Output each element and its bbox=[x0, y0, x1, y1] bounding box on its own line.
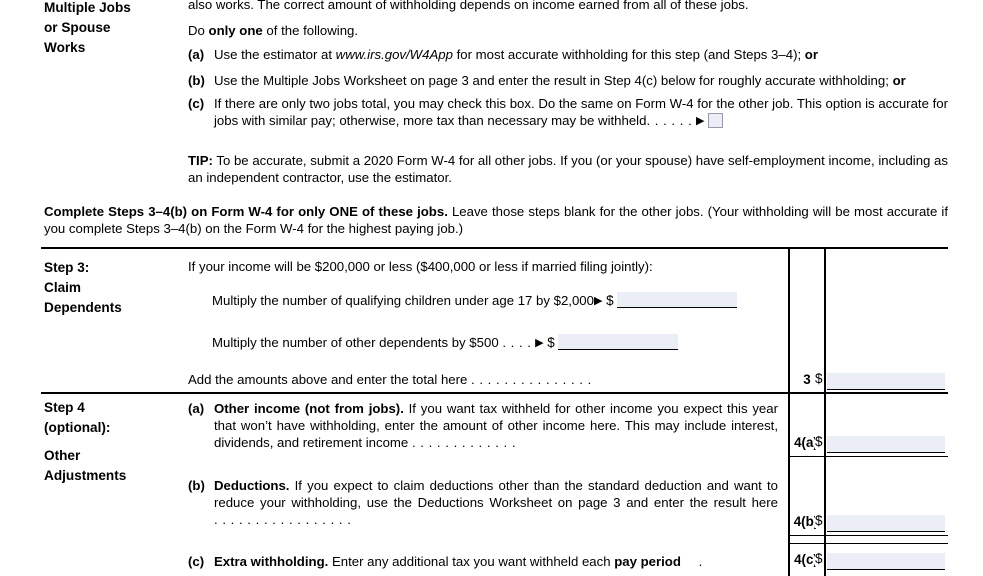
step4-label-line-1: Step 4 bbox=[44, 400, 85, 415]
step4-item-b-bold: Deductions. bbox=[214, 478, 290, 493]
step2-option-b: (b) Use the Multiple Jobs Worksheet on pa… bbox=[188, 72, 948, 89]
step3-intro: If your income will be $200,000 or less … bbox=[188, 259, 653, 274]
step4-item-a-leaders: . . . . . . . . . . . . . bbox=[411, 435, 517, 450]
do-only-one-pre: Do bbox=[188, 23, 209, 38]
do-only-one-bold: only one bbox=[208, 23, 263, 38]
step4-label-line-3: Other bbox=[44, 448, 81, 463]
step3-total-row: Add the amounts above and enter the tota… bbox=[188, 371, 778, 388]
step3-total-text: Add the amounts above and enter the tota… bbox=[188, 372, 468, 387]
step2-option-c-text: If there are only two jobs total, you ma… bbox=[214, 96, 948, 128]
tip-label: TIP: bbox=[188, 153, 213, 168]
step3-qualifying-children-text: Multiply the number of qualifying childr… bbox=[212, 293, 594, 308]
arrow-right-icon: ▶ bbox=[535, 337, 544, 349]
step2-option-b-text: Use the Multiple Jobs Worksheet on page … bbox=[214, 73, 893, 88]
arrow-right-icon: ▶ bbox=[695, 115, 705, 127]
complete-steps-note: Complete Steps 3–4(b) on Form W-4 for on… bbox=[44, 203, 948, 237]
step3-qualifying-children-field-group: $ bbox=[606, 292, 737, 309]
section-divider-top bbox=[41, 247, 948, 250]
row-divider-4a bbox=[788, 456, 948, 458]
step4-item-b-leaders: . . . . . . . . . . . . . . . . . bbox=[214, 512, 352, 527]
step3-other-dependents-row: Multiply the number of other dependents … bbox=[212, 334, 778, 351]
step2-option-b-or: or bbox=[892, 73, 906, 88]
step3-other-dependents-leaders: . . . . bbox=[502, 335, 532, 350]
step4-label-line-4: Adjustments bbox=[44, 468, 127, 483]
step3-total-input[interactable]: $ bbox=[815, 371, 945, 390]
step2-do-only-one: Do only one of the following. bbox=[188, 22, 948, 39]
step4-label: Step 4 (optional): Other Adjustments bbox=[44, 398, 194, 486]
row-divider-4b bbox=[788, 535, 948, 537]
tip-text: To be accurate, submit a 2020 Form W-4 f… bbox=[188, 153, 948, 185]
complete-note-bold: Complete Steps 3–4(b) on Form W-4 for on… bbox=[44, 204, 448, 219]
step4-label-line-2: (optional): bbox=[44, 420, 111, 435]
step3-label-line-1: Step 3: bbox=[44, 260, 90, 275]
step3-other-dependents-field-group: $ bbox=[547, 334, 678, 351]
step2-tip: TIP: To be accurate, submit a 2020 Form … bbox=[188, 152, 948, 186]
two-jobs-checkbox[interactable] bbox=[708, 113, 724, 128]
table-vertical-rule-right bbox=[824, 249, 826, 576]
step2-option-c-letter: (c) bbox=[188, 96, 205, 111]
arrow-right-icon: ▶ bbox=[593, 295, 603, 307]
step2-label: Multiple Jobs or Spouse Works bbox=[44, 0, 184, 58]
step4-item-a-bold: Other income (not from jobs). bbox=[214, 401, 404, 416]
w4-form-page: Multiple Jobs or Spouse Works also works… bbox=[0, 0, 983, 576]
step4-item-c-text: Enter any additional tax you want withhe… bbox=[328, 554, 615, 569]
step2-option-a-letter: (a) bbox=[188, 47, 205, 62]
step3-label-line-2: Claim bbox=[44, 280, 82, 295]
step2-label-line-2: or Spouse bbox=[44, 20, 111, 35]
step4-item-a: (a) Other income (not from jobs). If you … bbox=[188, 400, 778, 451]
step4-item-b: (b) Deductions. If you expect to claim de… bbox=[188, 477, 778, 528]
step3-other-dependents-input[interactable] bbox=[557, 334, 678, 350]
dollar-sign-icon: $ bbox=[815, 434, 823, 449]
step4-item-c: (c) Extra withholding. Enter any addition… bbox=[188, 553, 778, 570]
step2-option-a-url[interactable]: www.irs.gov/W4App bbox=[336, 47, 453, 62]
step4-deductions-input[interactable]: $ bbox=[815, 513, 945, 532]
step4-item-b-letter: (b) bbox=[188, 478, 205, 493]
section-divider-step3-step4 bbox=[41, 392, 948, 395]
step4-item-b-text: If you expect to claim deductions other … bbox=[214, 478, 778, 510]
step4-other-income-input[interactable]: $ bbox=[815, 434, 945, 453]
step2-option-a: (a) Use the estimator at www.irs.gov/W4Ap… bbox=[188, 46, 948, 63]
step3-label: Step 3: Claim Dependents bbox=[44, 258, 184, 318]
dollar-sign-icon: $ bbox=[606, 293, 614, 308]
step2-intro-line-1: also works. The correct amount of withho… bbox=[188, 0, 749, 12]
dollar-sign-icon: $ bbox=[547, 335, 555, 350]
step2-label-line-1: Multiple Jobs bbox=[44, 0, 131, 15]
do-only-one-post: of the following. bbox=[262, 23, 359, 38]
step2-option-a-or: or bbox=[804, 47, 818, 62]
step2-option-a-pre: Use the estimator at bbox=[214, 47, 336, 62]
step3-other-dependents-text: Multiply the number of other dependents … bbox=[212, 335, 499, 350]
step3-total-leaders: . . . . . . . . . . . . . . . bbox=[471, 372, 592, 387]
dollar-sign-icon: $ bbox=[815, 513, 823, 528]
step2-option-c: (c) If there are only two jobs total, you… bbox=[188, 95, 948, 129]
row-divider-4c bbox=[788, 543, 948, 545]
dollar-sign-icon: $ bbox=[815, 371, 823, 386]
step2-option-c-leaders: . . . . . . bbox=[646, 113, 693, 128]
step4-item-c-bold: Extra withholding. bbox=[214, 554, 329, 569]
step4-item-a-letter: (a) bbox=[188, 401, 205, 416]
step3-label-line-3: Dependents bbox=[44, 300, 122, 315]
step3-qualifying-children-row: Multiply the number of qualifying childr… bbox=[212, 292, 778, 309]
step4-item-c-bold-tail: pay period bbox=[614, 554, 681, 569]
step3-qualifying-children-input[interactable] bbox=[616, 292, 737, 308]
step4-extra-withholding-input[interactable]: $ bbox=[815, 551, 945, 570]
step2-option-b-letter: (b) bbox=[188, 73, 205, 88]
dollar-sign-icon: $ bbox=[815, 551, 823, 566]
step4-item-c-letter: (c) bbox=[188, 554, 205, 569]
step2-label-line-3: Works bbox=[44, 40, 86, 55]
step4-item-c-leaders: . bbox=[698, 554, 703, 569]
step2-block: Multiple Jobs or Spouse Works also works… bbox=[0, 0, 983, 196]
step2-option-a-post: for most accurate withholding for this s… bbox=[452, 47, 805, 62]
